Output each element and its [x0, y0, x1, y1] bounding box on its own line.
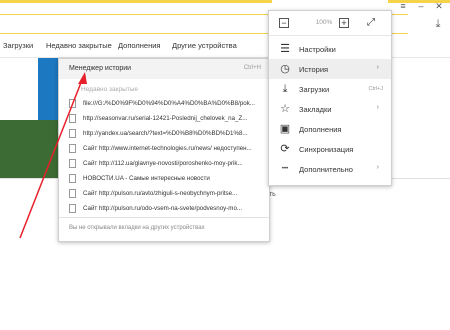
menu-item-more[interactable]: ••• Дополнительно ›: [269, 159, 391, 179]
history-item[interactable]: Сайт http://112.ua/glavnye-novosti/poros…: [59, 157, 269, 171]
menu-item-label: История: [299, 65, 329, 74]
history-item[interactable]: http://yandex.ua/search/?text=%D0%B8%D0%…: [59, 127, 269, 141]
menu-item-label: Дополнительно: [299, 165, 353, 174]
bookmark-downloads[interactable]: Загрузки: [3, 41, 33, 50]
menu-item-label: Синхронизация: [299, 145, 354, 154]
page-icon: [69, 129, 76, 138]
divider: [59, 217, 269, 218]
fullscreen-icon[interactable]: ⤢: [367, 17, 375, 28]
history-item-label: http://seasonvar.ru/serial-12421-Posledn…: [83, 115, 248, 122]
history-item[interactable]: НОВОСТИ.UA - Самые интересные новости: [59, 172, 269, 186]
shortcut-label: Ctrl+H: [243, 65, 261, 71]
minimize-icon[interactable]: –: [414, 0, 428, 12]
more-dots-icon: •••: [281, 166, 289, 172]
menu-item-extensions[interactable]: ▣ Дополнения: [269, 119, 391, 139]
page-icon: [69, 204, 76, 213]
history-item-label: Сайт http://112.ua/glavnye-novosti/poros…: [83, 160, 243, 167]
menu-item-label: Дополнения: [299, 125, 342, 134]
page-icon: [69, 174, 76, 183]
menu-item-history[interactable]: ◷ История ›: [269, 59, 391, 79]
history-item[interactable]: Сайт http://pulson.ru/avto/zhiguli-s-neo…: [59, 187, 269, 201]
history-submenu: Менеджер истории Ctrl+H Недавно закрытые…: [58, 58, 270, 242]
history-item-label: НОВОСТИ.UA - Самые интересные новости: [83, 175, 210, 182]
history-item-label: Сайт http://pulson.ru/odo-vsem-na-svete/…: [83, 205, 243, 212]
history-item-label: http://yandex.ua/search/?text=%D0%B8%D0%…: [83, 130, 248, 137]
history-item-label: Сайт http://www.internet-technologies.ru…: [83, 145, 252, 152]
other-devices-note: Вы не открывали вкладки на других устрой…: [69, 225, 205, 231]
history-item[interactable]: Сайт http://www.internet-technologies.ru…: [59, 142, 269, 156]
page-icon: [69, 159, 76, 168]
chevron-right-icon: ›: [376, 104, 379, 111]
star-icon: ☆: [280, 103, 290, 115]
page-image: [0, 120, 58, 178]
history-item[interactable]: http://seasonvar.ru/serial-12421-Posledn…: [59, 112, 269, 126]
shortcut-label: Ctrl+J: [368, 86, 383, 92]
menu-item-label: Закладки: [299, 105, 332, 114]
history-manager-item[interactable]: Менеджер истории Ctrl+H: [59, 59, 269, 79]
bookmark-recently-closed[interactable]: Недавно закрытые: [46, 41, 112, 50]
recently-closed-heading: Недавно закрытые: [81, 86, 139, 93]
zoom-in-button[interactable]: +: [339, 18, 349, 28]
close-icon[interactable]: ✕: [432, 0, 446, 12]
zoom-level: 100%: [315, 19, 333, 26]
history-item-label: Сайт http://pulson.ru/avto/zhiguli-s-neo…: [83, 190, 238, 197]
menu-item-bookmarks[interactable]: ☆ Закладки ›: [269, 99, 391, 119]
browser-main-menu: − 100% + ⤢ ☰ Настройки ◷ История › ⤓ Заг…: [268, 10, 392, 186]
page-icon: [69, 144, 76, 153]
clock-icon: ◷: [280, 63, 290, 75]
tab-accent-line: [0, 0, 272, 3]
history-item[interactable]: file:///G:/%D0%9F%D0%94%D0%A4%D0%BA%D0%B…: [59, 97, 269, 111]
download-icon: ⤓: [282, 83, 288, 95]
sync-icon: ⟳: [280, 143, 290, 155]
page-icon: [69, 99, 76, 108]
history-item[interactable]: Сайт http://pulson.ru/odo-vsem-na-svete/…: [59, 202, 269, 216]
menu-icon[interactable]: ≡: [396, 0, 410, 12]
zoom-out-button[interactable]: −: [279, 18, 289, 28]
chevron-right-icon: ›: [376, 164, 379, 171]
history-item-label: file:///G:/%D0%9F%D0%94%D0%A4%D0%BA%D0%B…: [83, 100, 255, 107]
history-manager-label: Менеджер истории: [69, 65, 132, 72]
page-icon: [69, 189, 76, 198]
settings-sliders-icon: ☰: [280, 43, 290, 55]
extensions-icon: ▣: [279, 123, 291, 135]
page-icon: [69, 114, 76, 123]
chevron-right-icon: ›: [376, 64, 379, 71]
zoom-row: − 100% + ⤢: [269, 11, 391, 36]
menu-item-settings[interactable]: ☰ Настройки: [269, 39, 391, 59]
menu-item-label: Настройки: [299, 45, 336, 54]
bookmark-other-devices[interactable]: Другие устройства: [172, 41, 237, 50]
download-icon[interactable]: ⤓: [430, 16, 446, 32]
menu-item-label: Загрузки: [299, 85, 330, 94]
menu-item-sync[interactable]: ⟳ Синхронизация: [269, 139, 391, 159]
bookmark-extensions[interactable]: Дополнения: [118, 41, 160, 50]
menu-item-downloads[interactable]: ⤓ Загрузки Ctrl+J: [269, 79, 391, 99]
